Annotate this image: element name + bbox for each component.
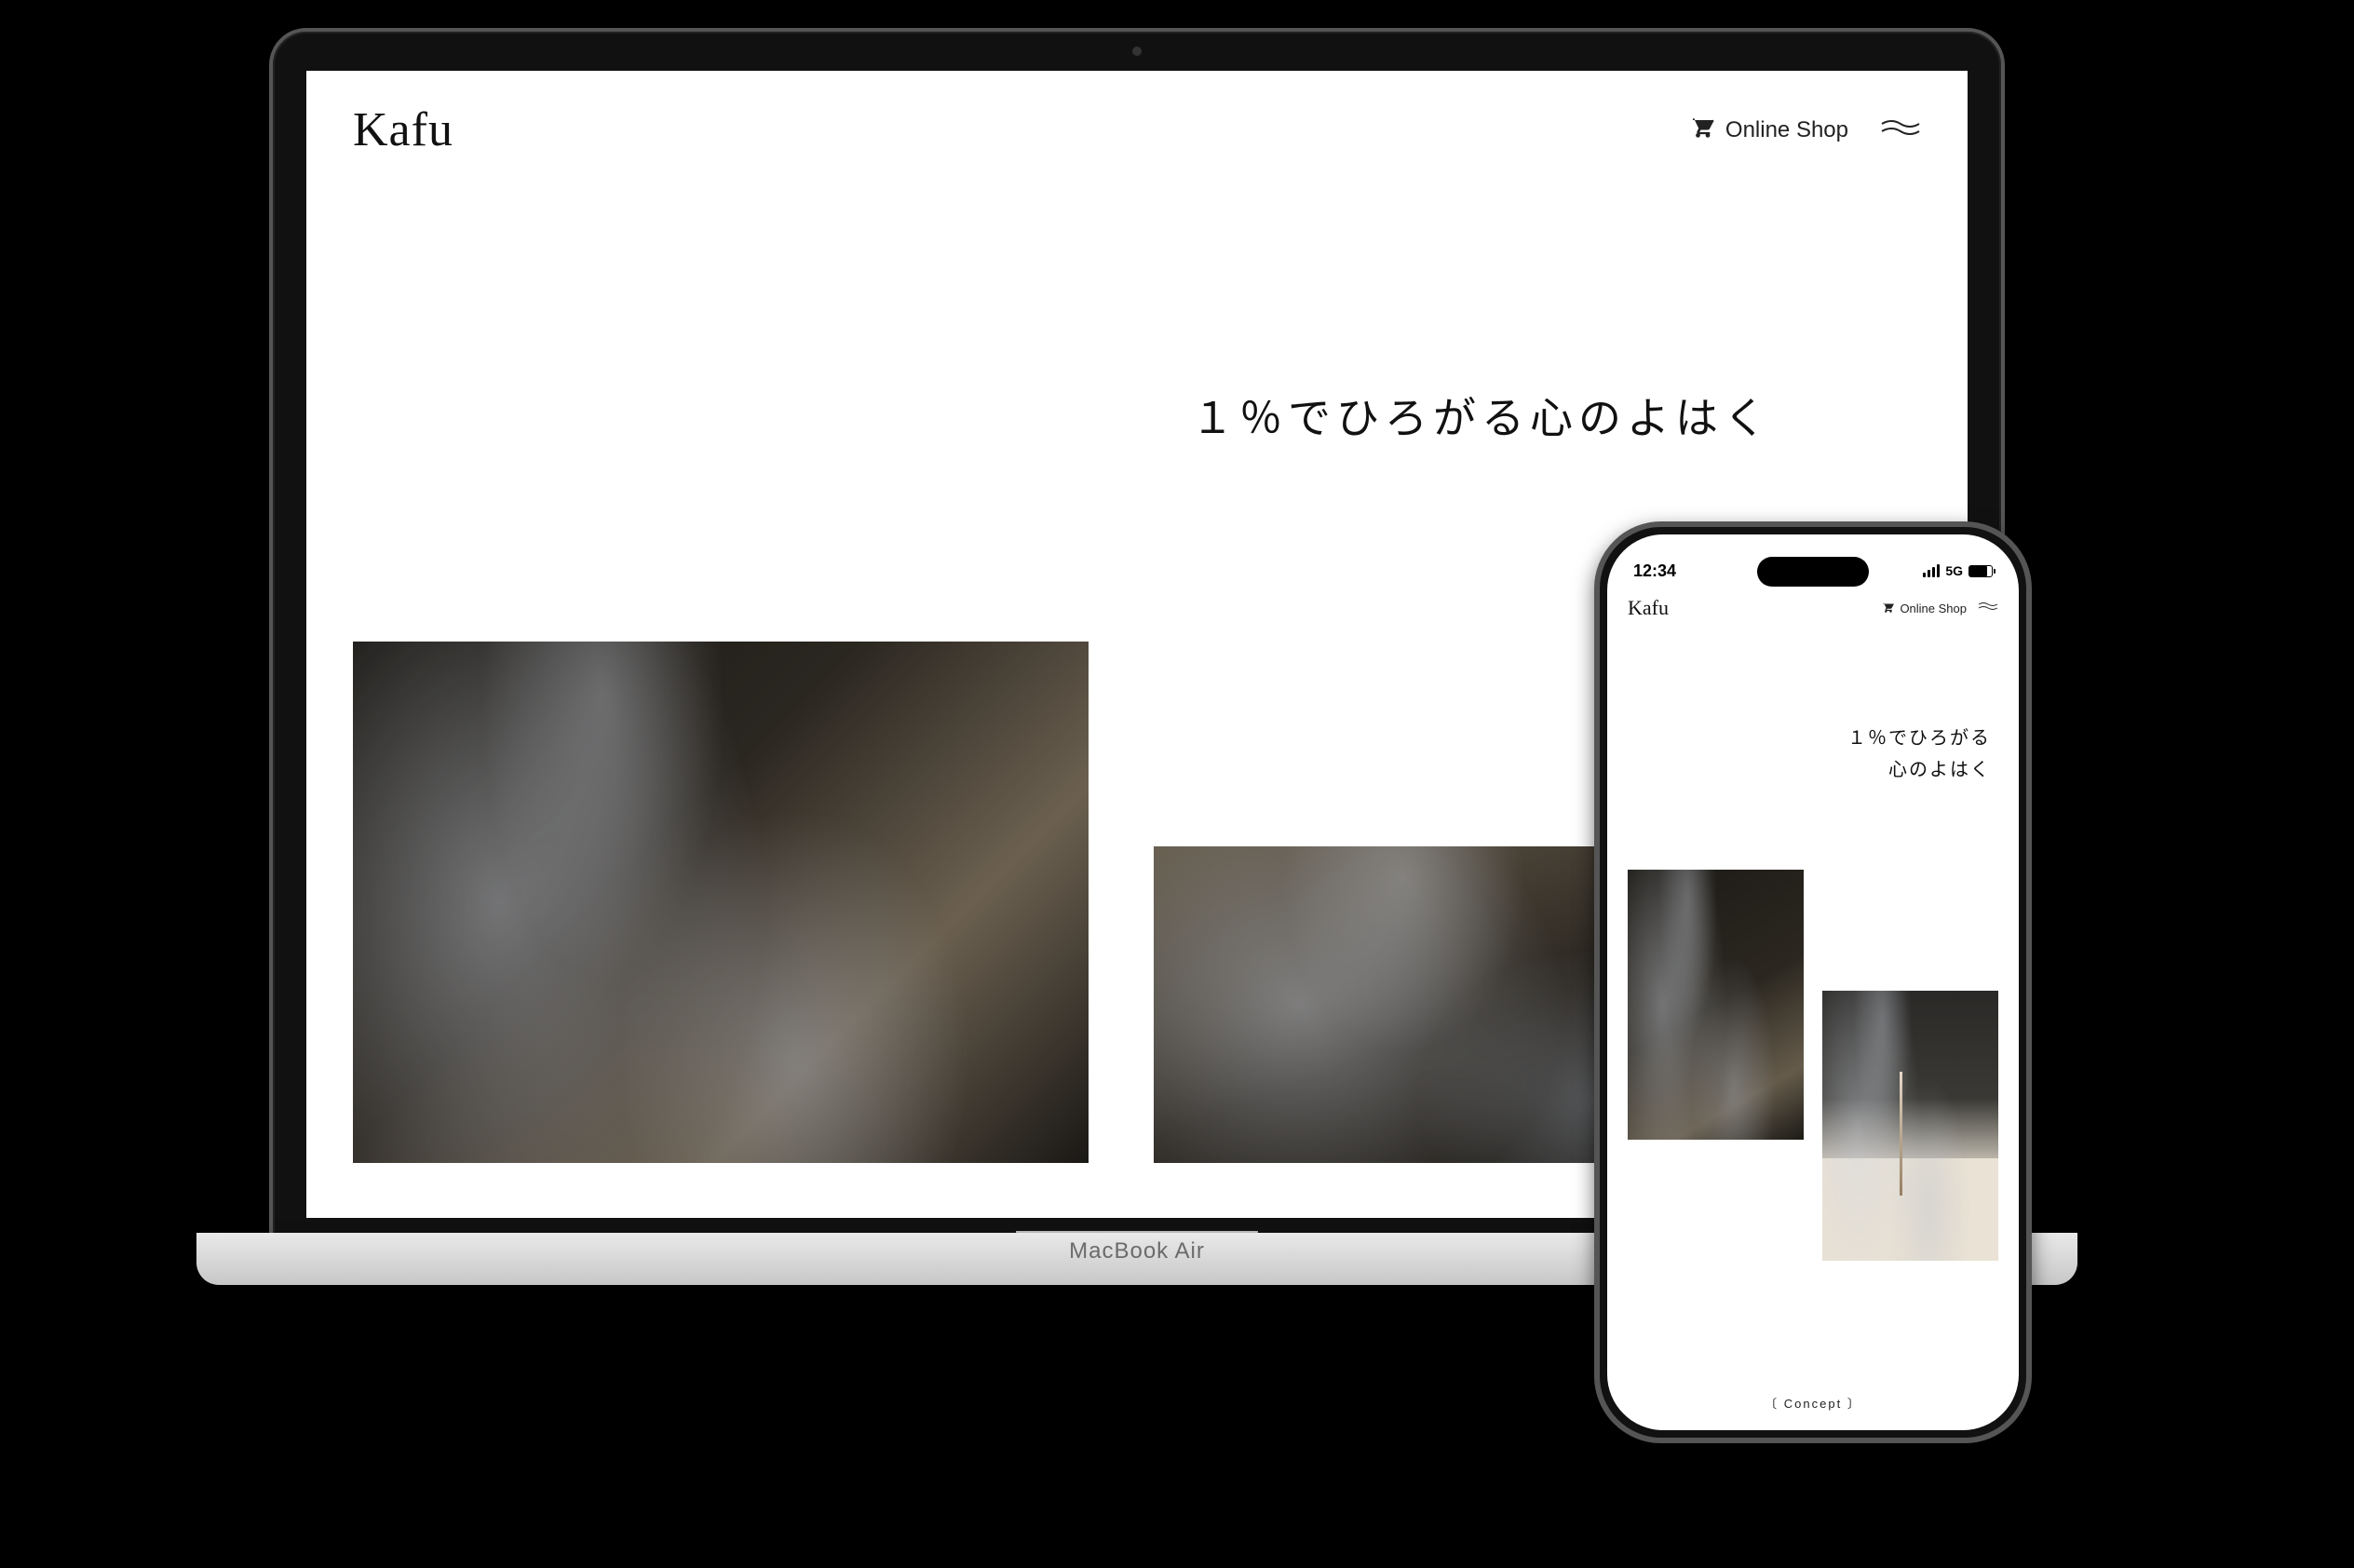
status-time: 12:34 [1633,561,1676,581]
mobile-nav: Online Shop [1881,600,1998,617]
hero-image-smoke-1 [1628,870,1804,1140]
tagline-line-2: 心のよはく [1607,754,1991,786]
section-nav-footer[interactable]: 〔 Concept 〕 [1607,1394,2019,1412]
tagline-line-1: １％でひろがる [1607,723,1991,754]
paren-left: 〔 [1765,1397,1779,1411]
online-shop-link[interactable]: Online Shop [1881,601,1967,616]
site-logo[interactable]: Kafu [353,102,453,157]
hero-image-smoke-1 [353,642,1089,1163]
mobile-header: Kafu Online Shop [1607,588,2019,620]
status-right-cluster: 5G [1923,563,1993,578]
iphone-viewport: 12:34 5G Kafu Online Shop [1607,534,2019,1430]
cart-icon [1688,114,1714,146]
hero-image-incense [1822,991,1998,1261]
section-label: Concept [1784,1397,1842,1411]
cart-icon [1881,601,1894,616]
menu-wave-icon[interactable] [1978,600,1998,617]
online-shop-link[interactable]: Online Shop [1688,114,1848,146]
desktop-nav: Online Shop [1688,114,1921,146]
signal-icon [1923,564,1940,577]
iphone-device: 12:34 5G Kafu Online Shop [1594,521,2032,1443]
site-logo[interactable]: Kafu [1628,596,1669,620]
shop-link-label: Online Shop [1725,117,1848,143]
battery-icon [1968,565,1993,577]
macbook-camera [1132,47,1142,56]
desktop-header: Kafu Online Shop [306,71,1968,189]
hero-tagline: １％でひろがる心のよはく [306,385,1968,446]
hero-image-row [1607,870,2019,1261]
hero-tagline: １％でひろがる 心のよはく [1607,723,2019,786]
menu-wave-icon[interactable] [1880,115,1921,145]
network-label: 5G [1945,563,1963,578]
shop-link-label: Online Shop [1900,602,1967,615]
dynamic-island [1757,557,1869,587]
paren-right: 〕 [1847,1397,1861,1411]
